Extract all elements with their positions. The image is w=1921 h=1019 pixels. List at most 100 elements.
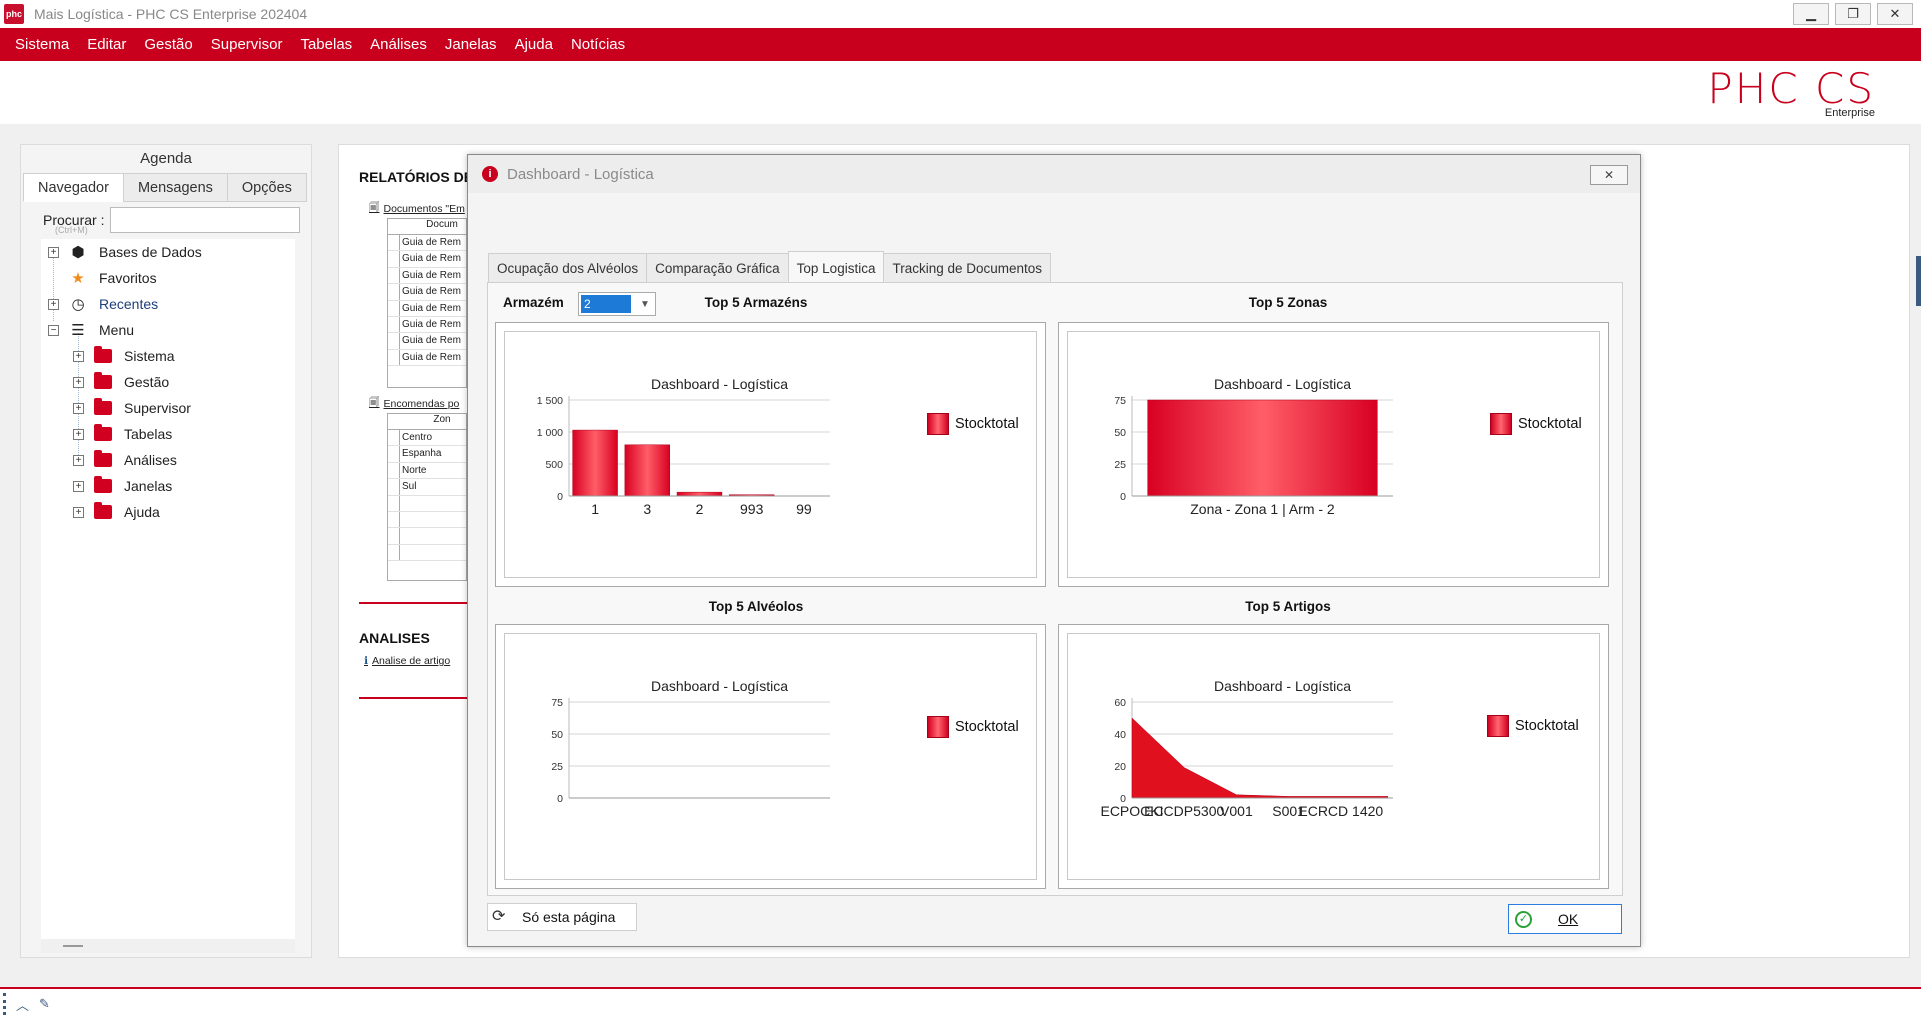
tree-item-tabelas[interactable]: + Tabelas: [73, 423, 172, 445]
analises-link[interactable]: ℹ Analise de artigo: [364, 655, 450, 667]
table-row[interactable]: Guia de Rem: [388, 284, 466, 301]
expand-icon[interactable]: +: [48, 298, 59, 310]
title-bar: phc Mais Logística - PHC CS Enterprise 2…: [0, 0, 1921, 28]
enc-table: Zon Centro Espanha Norte Sul: [387, 413, 467, 581]
chart-title: Dashboard - Logística: [1214, 678, 1351, 694]
tree-item-bases-de-dados[interactable]: + ⬢ Bases de Dados: [48, 241, 202, 263]
info-icon: ℹ: [364, 655, 368, 667]
caption-top-armazens: Top 5 Armazéns: [704, 295, 808, 310]
table-row[interactable]: [388, 528, 466, 545]
tree-item-favoritos[interactable]: ★ Favoritos: [69, 267, 156, 289]
armazem-select[interactable]: 2 ▼: [578, 292, 656, 316]
table-row[interactable]: Sul: [388, 479, 466, 496]
collapse-icon[interactable]: −: [48, 324, 59, 336]
y-tick-label: 50: [551, 729, 563, 741]
chart-title: Dashboard - Logística: [1214, 376, 1351, 392]
navigator-panel: Agenda Navegador Mensagens Opções Procur…: [20, 144, 312, 958]
tab-ocupacao-alveolos[interactable]: Ocupação dos Alvéolos: [488, 253, 648, 283]
docs-report-link[interactable]: 🗐 Documentos "Em: [369, 200, 465, 218]
y-tick-label: 75: [551, 697, 563, 709]
tree-item-gestao[interactable]: + Gestão: [73, 371, 169, 393]
tab-comparacao-grafica[interactable]: Comparação Gráfica: [646, 253, 789, 283]
table-row[interactable]: [388, 511, 466, 529]
menu-sistema[interactable]: Sistema: [6, 36, 78, 53]
edit-icon[interactable]: ✎: [39, 996, 50, 1012]
so-esta-pagina-button[interactable]: ⟳ Só esta página: [487, 903, 637, 931]
tree-item-recentes[interactable]: + ◷ Recentes: [48, 293, 158, 315]
table-row[interactable]: Centro: [388, 430, 466, 447]
menu-janelas[interactable]: Janelas: [436, 36, 506, 53]
tree-item-janelas[interactable]: + Janelas: [73, 475, 172, 497]
expand-icon[interactable]: +: [73, 506, 84, 518]
bar: [1147, 399, 1378, 497]
menu-supervisor[interactable]: Supervisor: [202, 36, 292, 53]
expand-icon[interactable]: +: [73, 454, 84, 466]
tab-tracking-documentos[interactable]: Tracking de Documentos: [883, 253, 1052, 283]
restore-button[interactable]: ❐: [1835, 3, 1871, 25]
side-handle[interactable]: [1916, 256, 1921, 306]
tree-item-ajuda[interactable]: + Ajuda: [73, 501, 160, 523]
tab-navegador[interactable]: Navegador: [23, 173, 124, 202]
x-tick-label: 99: [796, 501, 812, 517]
expand-icon[interactable]: +: [48, 246, 59, 258]
expand-icon[interactable]: +: [73, 350, 84, 362]
table-row[interactable]: Guia de Rem: [388, 349, 466, 367]
table-row[interactable]: [388, 495, 466, 512]
expand-icon[interactable]: +: [73, 480, 84, 492]
tree-item-sistema[interactable]: + Sistema: [73, 345, 175, 367]
navigator-tree: + ⬢ Bases de Dados ★ Favoritos + ◷ Recen…: [41, 239, 295, 953]
legend-label: Stocktotal: [955, 719, 1019, 735]
tree-item-analises[interactable]: + Análises: [73, 449, 177, 471]
chart-svg: Dashboard - Logística 0 25 50 75: [551, 678, 830, 805]
page-button-label: Só esta página: [522, 909, 616, 925]
folder-icon: [94, 346, 112, 364]
chart-svg: Dashboard - Logística 0 25 50 75 Zona - Zona …: [1114, 376, 1393, 517]
tree-label: Análises: [124, 452, 177, 468]
minimize-button[interactable]: ▁: [1793, 3, 1829, 25]
chart-svg: Dashboard - Logística 0 500 1 000 1 500 1 3 2 99…: [537, 376, 830, 517]
chevron-down-icon[interactable]: ▼: [635, 299, 655, 310]
search-hint: (Ctrl+M): [55, 225, 88, 235]
table-row[interactable]: Guia de Rem: [388, 267, 466, 285]
tree-label: Recentes: [99, 296, 159, 312]
table-row[interactable]: Guia de Rem: [388, 300, 466, 317]
menu-tabelas[interactable]: Tabelas: [291, 36, 361, 53]
table-row[interactable]: Guia de Rem: [388, 333, 466, 350]
status-bar: ︿ ✎: [0, 987, 1921, 1019]
tree-label: Bases de Dados: [99, 244, 202, 260]
table-row[interactable]: Norte: [388, 462, 466, 480]
tree-item-supervisor[interactable]: + Supervisor: [73, 397, 191, 419]
menu-analises[interactable]: Análises: [361, 36, 436, 53]
tab-opcoes[interactable]: Opções: [226, 173, 307, 202]
expand-icon[interactable]: +: [73, 402, 84, 414]
enc-link-label: Encomendas po: [383, 398, 460, 410]
table-row[interactable]: Espanha: [388, 446, 466, 463]
table-row[interactable]: Guia de Rem: [388, 235, 466, 252]
banner: PHC CS Enterprise: [0, 61, 1921, 124]
tab-mensagens[interactable]: Mensagens: [122, 173, 228, 202]
tree-scrollbar[interactable]: [41, 939, 295, 953]
tab-top-logistica[interactable]: Top Logistica: [787, 251, 885, 283]
menu-editar[interactable]: Editar: [78, 36, 135, 53]
ok-button[interactable]: ✓ OK: [1508, 904, 1622, 934]
menu-ajuda[interactable]: Ajuda: [506, 36, 562, 53]
menu-noticias[interactable]: Notícias: [562, 36, 634, 53]
expand-icon[interactable]: +: [73, 428, 84, 440]
dialog-close-button[interactable]: ✕: [1590, 165, 1628, 185]
chart-frame-zonas: Dashboard - Logística 0 25 50 75 Zona - Zona …: [1058, 322, 1609, 587]
divider: [359, 697, 469, 699]
search-input[interactable]: [110, 207, 301, 233]
table-row[interactable]: [388, 544, 466, 562]
dialog-tabs: Ocupação dos Alvéolos Comparação Gráfica…: [488, 251, 1052, 283]
dialog-title-bar: i Dashboard - Logística ✕: [468, 155, 1640, 193]
table-row[interactable]: Guia de Rem: [388, 251, 466, 268]
cube-icon: ⬢: [71, 244, 85, 261]
expand-icon[interactable]: +: [73, 376, 84, 388]
enc-report-link[interactable]: 🗐 Encomendas po: [369, 395, 459, 413]
menu-gestao[interactable]: Gestão: [135, 36, 201, 53]
tree-item-menu[interactable]: − ☰ Menu: [48, 319, 134, 341]
close-button[interactable]: ✕: [1877, 3, 1913, 25]
table-row[interactable]: Guia de Rem: [388, 316, 466, 334]
agenda-header[interactable]: Agenda: [21, 150, 311, 167]
chevron-up-icon[interactable]: ︿: [16, 995, 29, 1014]
